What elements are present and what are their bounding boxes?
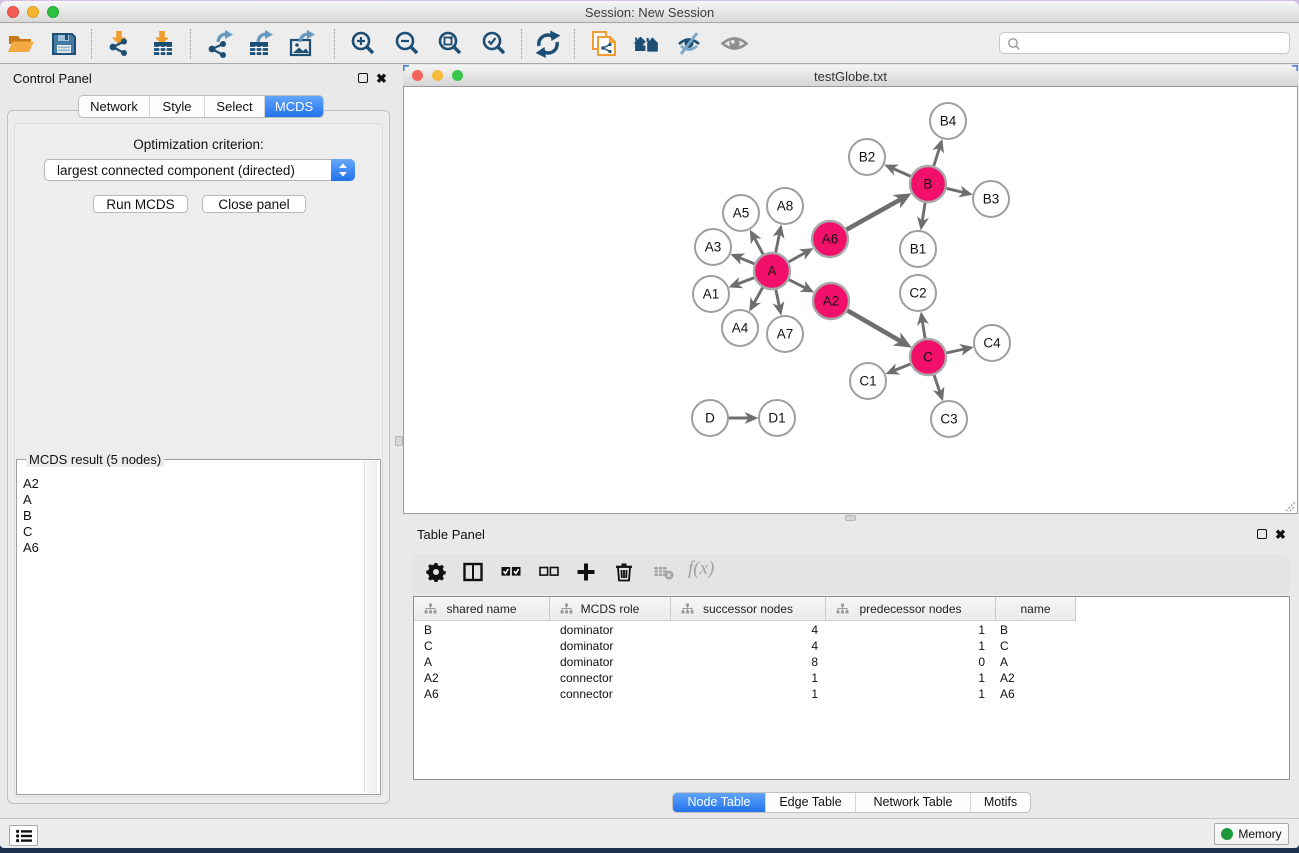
svg-text:A6: A6 (822, 232, 839, 247)
svg-text:B: B (923, 177, 932, 192)
svg-text:D1: D1 (768, 411, 785, 426)
svg-text:B2: B2 (859, 150, 876, 165)
svg-text:A4: A4 (732, 321, 749, 336)
svg-text:C2: C2 (909, 286, 926, 301)
svg-text:A1: A1 (703, 287, 720, 302)
svg-text:A7: A7 (777, 327, 794, 342)
svg-text:B1: B1 (910, 242, 927, 257)
svg-text:A8: A8 (777, 199, 794, 214)
svg-text:C: C (923, 350, 933, 365)
svg-text:C1: C1 (859, 374, 876, 389)
svg-text:C4: C4 (983, 336, 1001, 351)
svg-text:A: A (767, 264, 776, 279)
svg-text:D: D (705, 411, 715, 426)
svg-text:B3: B3 (983, 192, 1000, 207)
svg-text:B4: B4 (940, 114, 957, 129)
svg-text:C3: C3 (940, 412, 957, 427)
svg-text:A5: A5 (733, 206, 750, 221)
svg-text:A2: A2 (823, 294, 840, 309)
svg-text:A3: A3 (705, 240, 722, 255)
